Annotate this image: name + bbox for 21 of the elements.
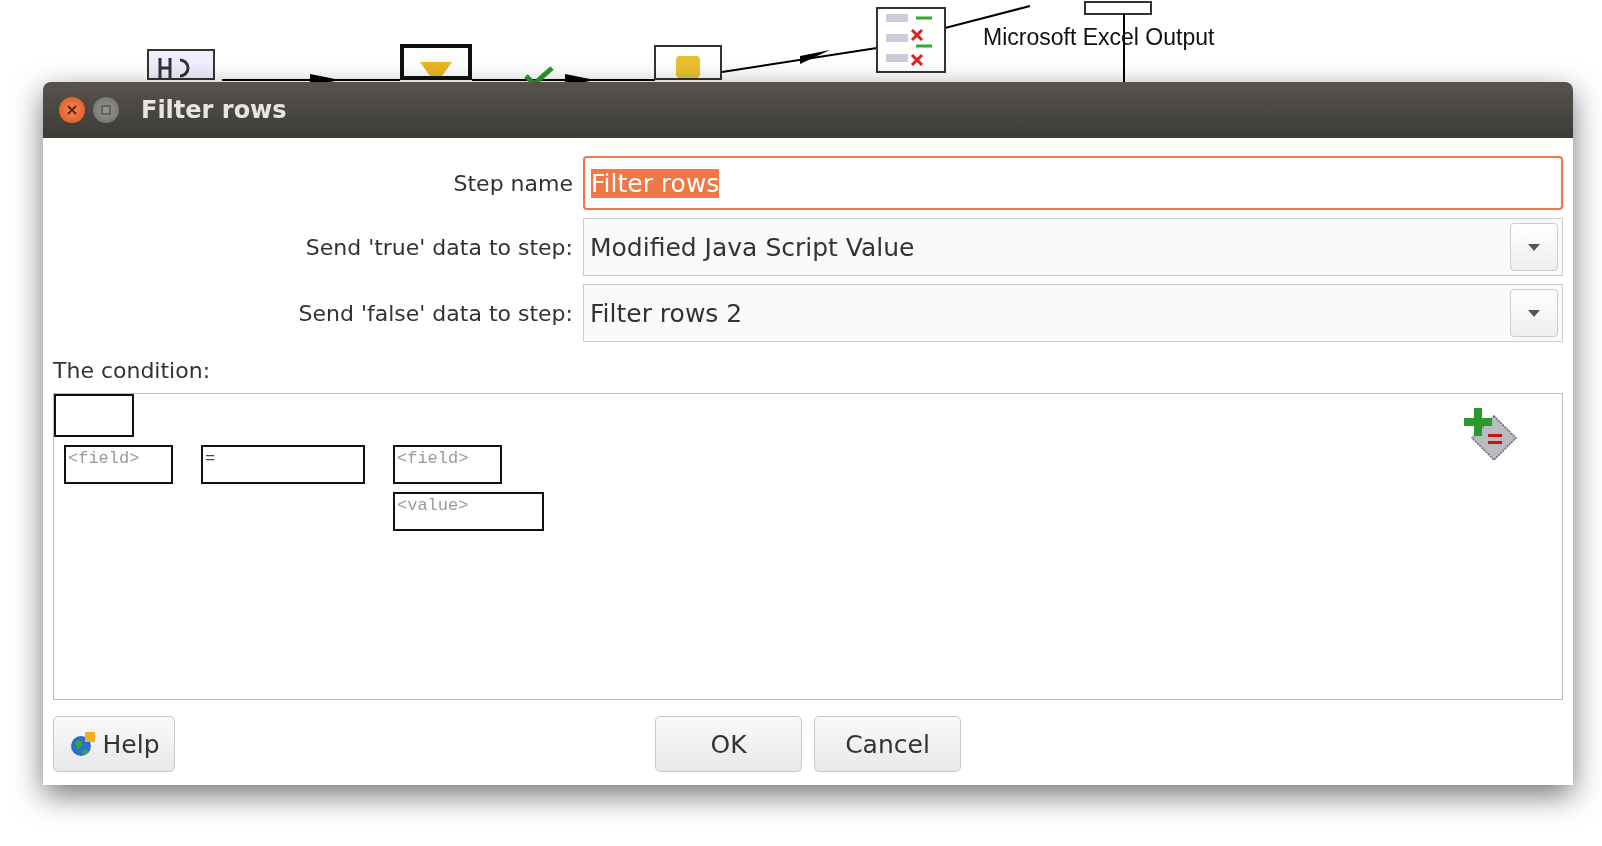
condition-label: The condition:	[53, 358, 212, 383]
script-node-icon[interactable]	[654, 45, 722, 80]
field-label: Step name	[452, 170, 573, 196]
field-label: Send 'false' data to step:	[297, 300, 573, 326]
transform-node-icon[interactable]	[147, 49, 215, 80]
window-title: Filter rows	[141, 96, 287, 124]
close-icon	[65, 103, 79, 117]
switch-node-icon[interactable]	[876, 7, 946, 73]
maximize-button[interactable]	[93, 97, 119, 123]
step-dropdown[interactable]: Filter rows 2	[583, 284, 1563, 342]
step-dropdown[interactable]: Modified Java Script Value	[583, 218, 1563, 276]
function-box[interactable]: =	[201, 445, 365, 484]
ok-button[interactable]: OK	[655, 716, 802, 772]
maximize-icon	[99, 103, 113, 117]
close-button[interactable]	[59, 97, 85, 123]
filter-node-icon[interactable]	[400, 44, 472, 80]
help-button[interactable]: Help	[53, 716, 175, 772]
negate-box[interactable]	[54, 394, 134, 437]
globe-icon	[68, 730, 97, 758]
field-label: Send 'true' data to step:	[304, 234, 573, 260]
cancel-button[interactable]: Cancel	[814, 716, 961, 772]
